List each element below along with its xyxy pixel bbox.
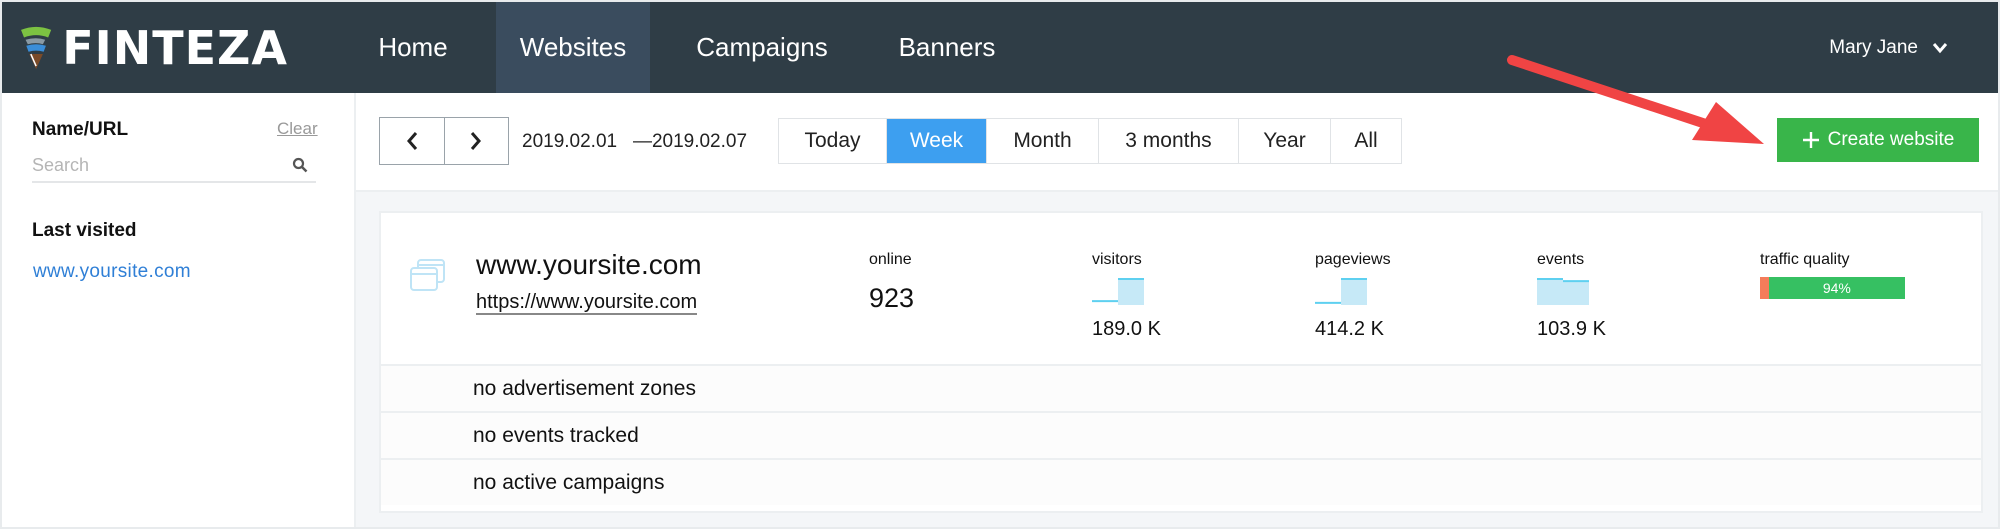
traffic-quality-bad-segment [1760, 277, 1769, 299]
last-visited-link[interactable]: www.yoursite.com [33, 261, 191, 283]
status-row-ad-zones: no advertisement zones [381, 364, 1981, 411]
last-visited-heading: Last visited [32, 220, 137, 241]
app-window: FINTEZA Home Websites Campaigns Banners … [2, 2, 1998, 527]
website-name[interactable]: www.yoursite.com [476, 249, 702, 281]
website-summary: www.yoursite.com https://www.yoursite.co… [381, 213, 1981, 366]
search-icon[interactable] [292, 157, 308, 173]
finteza-logo[interactable]: FINTEZA [18, 18, 288, 78]
visitors-value: 189.0 K [1092, 318, 1161, 340]
metric-traffic-quality[interactable]: traffic quality 94% [1760, 251, 1905, 299]
date-from: 2019.02.01 [522, 131, 618, 152]
visitors-label: visitors [1092, 251, 1142, 268]
period-3-months[interactable]: 3 months [1099, 119, 1239, 163]
sparkline-bar [1118, 279, 1144, 305]
nav-banners[interactable]: Banners [874, 2, 1020, 93]
website-card: www.yoursite.com https://www.yoursite.co… [379, 211, 1983, 513]
online-label: online [869, 251, 912, 268]
previous-period-button[interactable] [380, 118, 445, 164]
events-sparkline [1537, 278, 1589, 305]
plus-icon [1802, 132, 1819, 148]
status-row-events: no events tracked [381, 411, 1981, 458]
create-website-label: Create website [1827, 129, 1955, 150]
search-placeholder: Search [32, 155, 90, 175]
finteza-logo-icon [21, 26, 52, 70]
date-navigation [379, 117, 509, 165]
traffic-quality-good-segment: 94% [1768, 277, 1905, 299]
sparkline-bar [1563, 281, 1589, 305]
browser-windows-icon [410, 259, 445, 291]
period-today[interactable]: Today [779, 119, 887, 163]
pageviews-value: 414.2 K [1315, 318, 1384, 340]
period-month[interactable]: Month [987, 119, 1099, 163]
user-name: Mary Jane [1829, 37, 1918, 58]
traffic-quality-percent: 94% [1822, 280, 1851, 296]
date-range[interactable]: 2019.02.01 —2019.02.07 [522, 131, 747, 153]
date-toolbar: 2019.02.01 —2019.02.07 Today Week Month … [356, 93, 1998, 192]
pageviews-label: pageviews [1315, 251, 1391, 268]
brand-name: FINTEZA [62, 21, 288, 75]
events-label: events [1537, 251, 1585, 268]
status-row-campaigns: no active campaigns [381, 458, 1981, 505]
period-selector: Today Week Month 3 months Year All [778, 118, 1402, 164]
nav-home[interactable]: Home [352, 2, 474, 93]
next-period-button[interactable] [445, 118, 509, 164]
date-to: —2019.02.07 [632, 131, 748, 152]
traffic-quality-bar: 94% [1760, 277, 1905, 299]
search-input[interactable]: Search [32, 153, 316, 183]
visitors-sparkline [1092, 278, 1144, 305]
sidebar: Name/URL Clear Search Last visited www.y… [2, 93, 356, 527]
create-website-button[interactable]: Create website [1777, 118, 1979, 162]
sparkline-bar [1537, 279, 1563, 305]
filter-label: Name/URL [32, 119, 129, 140]
nav-banners-label: Banners [898, 32, 996, 62]
nav-websites-label: Websites [519, 32, 627, 62]
metric-events[interactable]: events 103.9 K [1537, 251, 1606, 341]
chevron-left-icon [406, 132, 417, 150]
metric-visitors[interactable]: visitors 189.0 K [1092, 251, 1161, 341]
pageviews-sparkline [1315, 278, 1367, 305]
sparkline-bar [1341, 279, 1367, 305]
period-week[interactable]: Week [887, 119, 987, 163]
nav-websites[interactable]: Websites [496, 2, 650, 93]
online-value: 923 [869, 283, 915, 313]
top-navigation-bar: FINTEZA Home Websites Campaigns Banners … [2, 2, 1998, 93]
traffic-quality-label: traffic quality [1760, 251, 1850, 268]
chevron-right-icon [471, 132, 482, 150]
nav-home-label: Home [378, 32, 448, 62]
period-year[interactable]: Year [1239, 119, 1331, 163]
status-row-text: no active campaigns [473, 471, 665, 494]
status-row-text: no events tracked [473, 424, 639, 447]
events-value: 103.9 K [1537, 318, 1606, 340]
chevron-down-icon [1932, 42, 1948, 53]
user-menu[interactable]: Mary Jane [1829, 2, 1948, 93]
main-content: 2019.02.01 —2019.02.07 Today Week Month … [356, 93, 1998, 527]
nav-campaigns-label: Campaigns [696, 32, 828, 62]
website-url-link[interactable]: https://www.yoursite.com [476, 291, 698, 315]
nav-campaigns[interactable]: Campaigns [672, 2, 852, 93]
metric-online: online 923 [869, 251, 914, 314]
status-row-text: no advertisement zones [473, 377, 696, 400]
clear-link[interactable]: Clear [277, 119, 318, 139]
metric-pageviews[interactable]: pageviews 414.2 K [1315, 251, 1391, 341]
period-all[interactable]: All [1331, 119, 1401, 163]
